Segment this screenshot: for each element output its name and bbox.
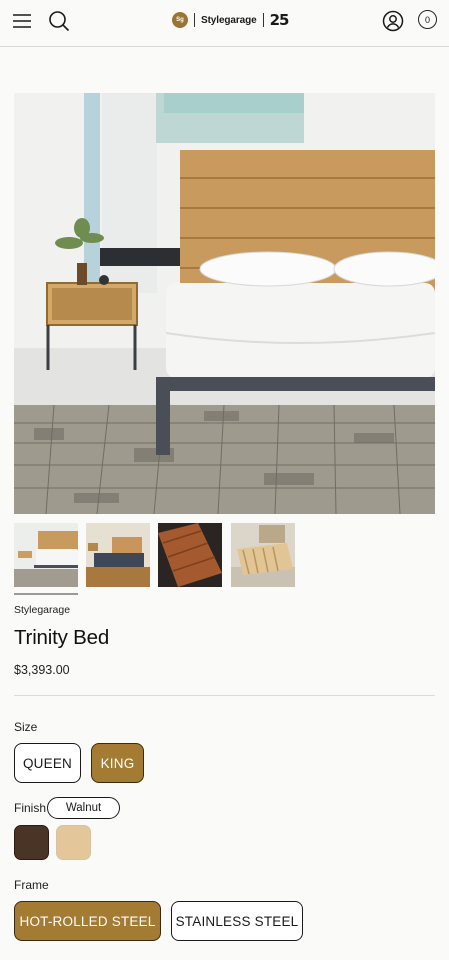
size-option-king[interactable]: KING — [91, 743, 144, 783]
size-label: Size — [14, 720, 38, 734]
product-price: $3,393.00 — [14, 663, 70, 677]
logo-name: Stylegarage — [201, 14, 257, 26]
logo-separator — [194, 13, 195, 27]
product-brand[interactable]: Stylegarage — [14, 604, 70, 616]
thumbnail-image — [231, 523, 295, 587]
thumbnail-image — [14, 523, 78, 587]
logo-anniversary: 25 — [269, 11, 290, 29]
size-option-label: KING — [100, 755, 135, 771]
size-option-queen[interactable]: QUEEN — [14, 743, 81, 783]
thumbnail-2[interactable] — [86, 523, 150, 587]
thumbnail-image — [86, 523, 150, 587]
search-icon — [49, 11, 70, 32]
finish-selected-value: Walnut — [47, 797, 120, 819]
site-logo[interactable]: Sg Stylegarage 25 — [172, 10, 290, 30]
finish-value-text: Walnut — [65, 802, 102, 814]
frame-option-label: STAINLESS STEEL — [175, 913, 299, 929]
thumbnail-4[interactable] — [231, 523, 295, 587]
frame-label: Frame — [14, 878, 49, 892]
bed-photo — [14, 93, 435, 514]
cart-button[interactable]: 0 — [418, 10, 437, 29]
size-option-label: QUEEN — [22, 755, 72, 771]
swatch-oak[interactable] — [56, 825, 91, 860]
site-header: Sg Stylegarage 25 0 — [0, 0, 449, 47]
swatch-walnut[interactable] — [14, 825, 49, 860]
divider — [14, 695, 435, 696]
product-main-image[interactable] — [14, 93, 435, 514]
frame-option-label: HOT-ROLLED STEEL — [19, 913, 156, 929]
finish-label: Finish — [14, 801, 47, 815]
user-icon — [382, 10, 404, 32]
menu-button[interactable] — [7, 6, 37, 36]
thumbnail-image — [158, 523, 222, 587]
account-button[interactable] — [378, 6, 408, 36]
thumbnail-1[interactable] — [14, 523, 78, 587]
logo-separator — [262, 13, 264, 27]
logo-badge: Sg — [172, 12, 188, 28]
thumbnail-active-indicator — [14, 593, 78, 595]
search-button[interactable] — [44, 6, 74, 36]
thumbnail-3[interactable] — [158, 523, 222, 587]
frame-option-hot-rolled-steel[interactable]: HOT-ROLLED STEEL — [14, 901, 161, 941]
frame-option-stainless-steel[interactable]: STAINLESS STEEL — [171, 901, 303, 941]
product-title: Trinity Bed — [14, 626, 110, 649]
hamburger-icon — [13, 14, 31, 28]
cart-count: 0 — [424, 14, 430, 25]
